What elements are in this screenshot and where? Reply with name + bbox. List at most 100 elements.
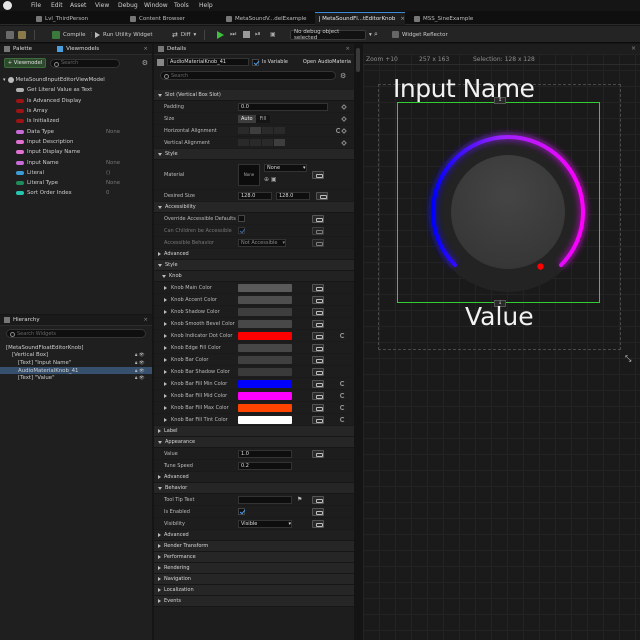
expand-icon[interactable] [164, 345, 167, 350]
close-icon[interactable]: × [631, 45, 636, 52]
scroll-thumb[interactable] [356, 48, 360, 72]
viewmodel-property[interactable]: Literal() [0, 168, 152, 178]
desired-height-field[interactable]: 128.0 [276, 191, 310, 200]
collapsed-section[interactable]: Rendering [154, 563, 354, 574]
reset-icon[interactable] [340, 417, 345, 422]
expand-icon[interactable] [164, 297, 167, 302]
can-children-checkbox[interactable] [238, 227, 245, 234]
tab-metasound-viewmodel[interactable]: MetaSoundV...delExample [222, 12, 312, 25]
run-utility-button[interactable]: Run Utility Widget [95, 29, 153, 40]
color-swatch[interactable] [238, 295, 292, 304]
knob-section[interactable]: Knob [154, 271, 354, 282]
menu-window[interactable]: Window [144, 2, 168, 9]
viewmodel-property[interactable]: Is Advanced Display [0, 96, 152, 106]
color-swatch[interactable] [238, 307, 292, 316]
align-middle-icon[interactable] [250, 139, 261, 146]
tab-viewmodels[interactable]: Viewmodels [66, 46, 99, 52]
viewmodel-property[interactable]: Get Literal Value as Text [0, 85, 152, 95]
align-vfill-icon[interactable] [274, 139, 285, 146]
hierarchy-search-input[interactable]: Search Widgets [6, 329, 146, 338]
menu-view[interactable]: View [95, 2, 109, 9]
gear-icon[interactable]: ⚙ [142, 59, 148, 67]
binding-icon[interactable] [312, 495, 324, 504]
binding-icon[interactable] [312, 331, 324, 340]
color-swatch[interactable] [238, 391, 292, 400]
menu-file[interactable]: File [31, 2, 41, 9]
pause-button[interactable]: ⏯ [255, 29, 261, 40]
value-field[interactable]: 1.0 [238, 449, 292, 458]
style2-section[interactable]: Style [154, 260, 354, 271]
binding-icon[interactable] [312, 171, 324, 179]
viewmodel-root[interactable]: ▾ MetaSoundInputEditorViewModel [0, 75, 152, 85]
viewmodel-property[interactable]: Input Name None [0, 157, 152, 167]
style-section[interactable]: Style [154, 149, 354, 160]
collapsed-section[interactable]: Render Transform [154, 541, 354, 552]
collapsed-section[interactable]: Navigation [154, 574, 354, 585]
align-fill-icon[interactable] [274, 127, 285, 134]
expand-icon[interactable] [164, 333, 167, 338]
close-icon[interactable]: × [345, 46, 350, 52]
visibility-select[interactable]: Visible ▾ [238, 519, 292, 528]
eye-icon[interactable]: 🔒︎ 👁︎ [135, 368, 145, 374]
details-search-input[interactable]: Search [160, 71, 336, 80]
binding-icon[interactable] [312, 214, 324, 223]
menu-edit[interactable]: Edit [51, 2, 63, 9]
hierarchy-item[interactable]: [Vertical Box] 🔒︎ 👁︎ [0, 352, 152, 360]
color-swatch[interactable] [238, 331, 292, 340]
advanced2-expander[interactable]: Advanced [154, 472, 354, 483]
tab-sine-example[interactable]: MSS_SineExample [410, 12, 490, 25]
binding-icon[interactable] [312, 307, 324, 316]
reset-icon[interactable] [340, 393, 345, 398]
binding-icon[interactable] [312, 319, 324, 328]
menu-help[interactable]: Help [199, 2, 213, 9]
color-swatch[interactable] [238, 283, 292, 292]
binding-icon[interactable] [312, 415, 324, 424]
tab-content-browser[interactable]: Content Browser [126, 12, 218, 25]
close-icon[interactable]: × [143, 46, 148, 52]
expand-icon[interactable] [164, 309, 167, 314]
color-swatch[interactable] [238, 367, 292, 376]
viewmodel-search-input[interactable]: Search [50, 58, 120, 68]
align-left-icon[interactable] [238, 127, 249, 134]
widget-name-field[interactable]: AudioMaterialKnob_41 [167, 58, 249, 66]
tune-speed-field[interactable]: 0.2 [238, 461, 292, 470]
binding-icon[interactable] [312, 283, 324, 292]
open-material-link[interactable]: Open AudioMateria [303, 59, 351, 65]
viewmodel-property[interactable]: Is Initialized [0, 116, 152, 126]
search-icon[interactable]: ⌕ [374, 29, 378, 40]
collapsed-section[interactable]: Performance [154, 552, 354, 563]
material-browse-icons[interactable]: ⊕ ▣ [264, 176, 277, 183]
debug-icon[interactable]: ▣ [270, 29, 276, 40]
tooltip-field[interactable] [238, 495, 292, 504]
color-swatch[interactable] [238, 343, 292, 352]
play-button[interactable] [217, 29, 224, 40]
binding-icon[interactable] [312, 403, 324, 412]
binding-icon[interactable] [312, 367, 324, 376]
size-fill-button[interactable]: Fill [255, 114, 271, 123]
expand-icon[interactable] [164, 357, 167, 362]
menu-debug[interactable]: Debug [118, 2, 138, 9]
reset-icon[interactable] [340, 333, 345, 338]
designer-viewport[interactable]: Zoom +10 257 x 163 Selection: 128 x 128 … [363, 54, 640, 640]
binding-icon[interactable] [312, 343, 324, 352]
debug-object-select[interactable]: No debug object selected ▾ [290, 29, 372, 41]
slot-section[interactable]: Slot (Vertical Box Slot) [154, 90, 354, 101]
diff-button[interactable]: ⇄ Diff ▾ [172, 29, 196, 40]
step-button[interactable]: ⏭ [230, 29, 236, 40]
advanced-expander[interactable]: Advanced [154, 249, 354, 260]
eye-icon[interactable]: 🔒︎ 👁︎ [135, 352, 145, 358]
expand-icon[interactable] [164, 369, 167, 374]
binding-icon[interactable] [312, 449, 324, 458]
color-swatch[interactable] [238, 403, 292, 412]
eye-icon[interactable]: 🔒︎ 👁︎ [135, 375, 145, 381]
flag-icon[interactable]: ⚑ [297, 496, 302, 503]
material-thumbnail[interactable]: None [238, 163, 260, 186]
size-auto-button[interactable]: Auto [238, 114, 256, 123]
viewmodel-property[interactable]: Input Description [0, 137, 152, 147]
save-icon[interactable] [6, 29, 14, 40]
eye-icon[interactable]: 🔒︎ 👁︎ [135, 360, 145, 366]
advanced3-expander[interactable]: Advanced [154, 530, 354, 541]
enabled-checkbox[interactable] [238, 508, 245, 515]
label-section[interactable]: Label [154, 426, 354, 437]
align-right-icon[interactable] [262, 127, 273, 134]
